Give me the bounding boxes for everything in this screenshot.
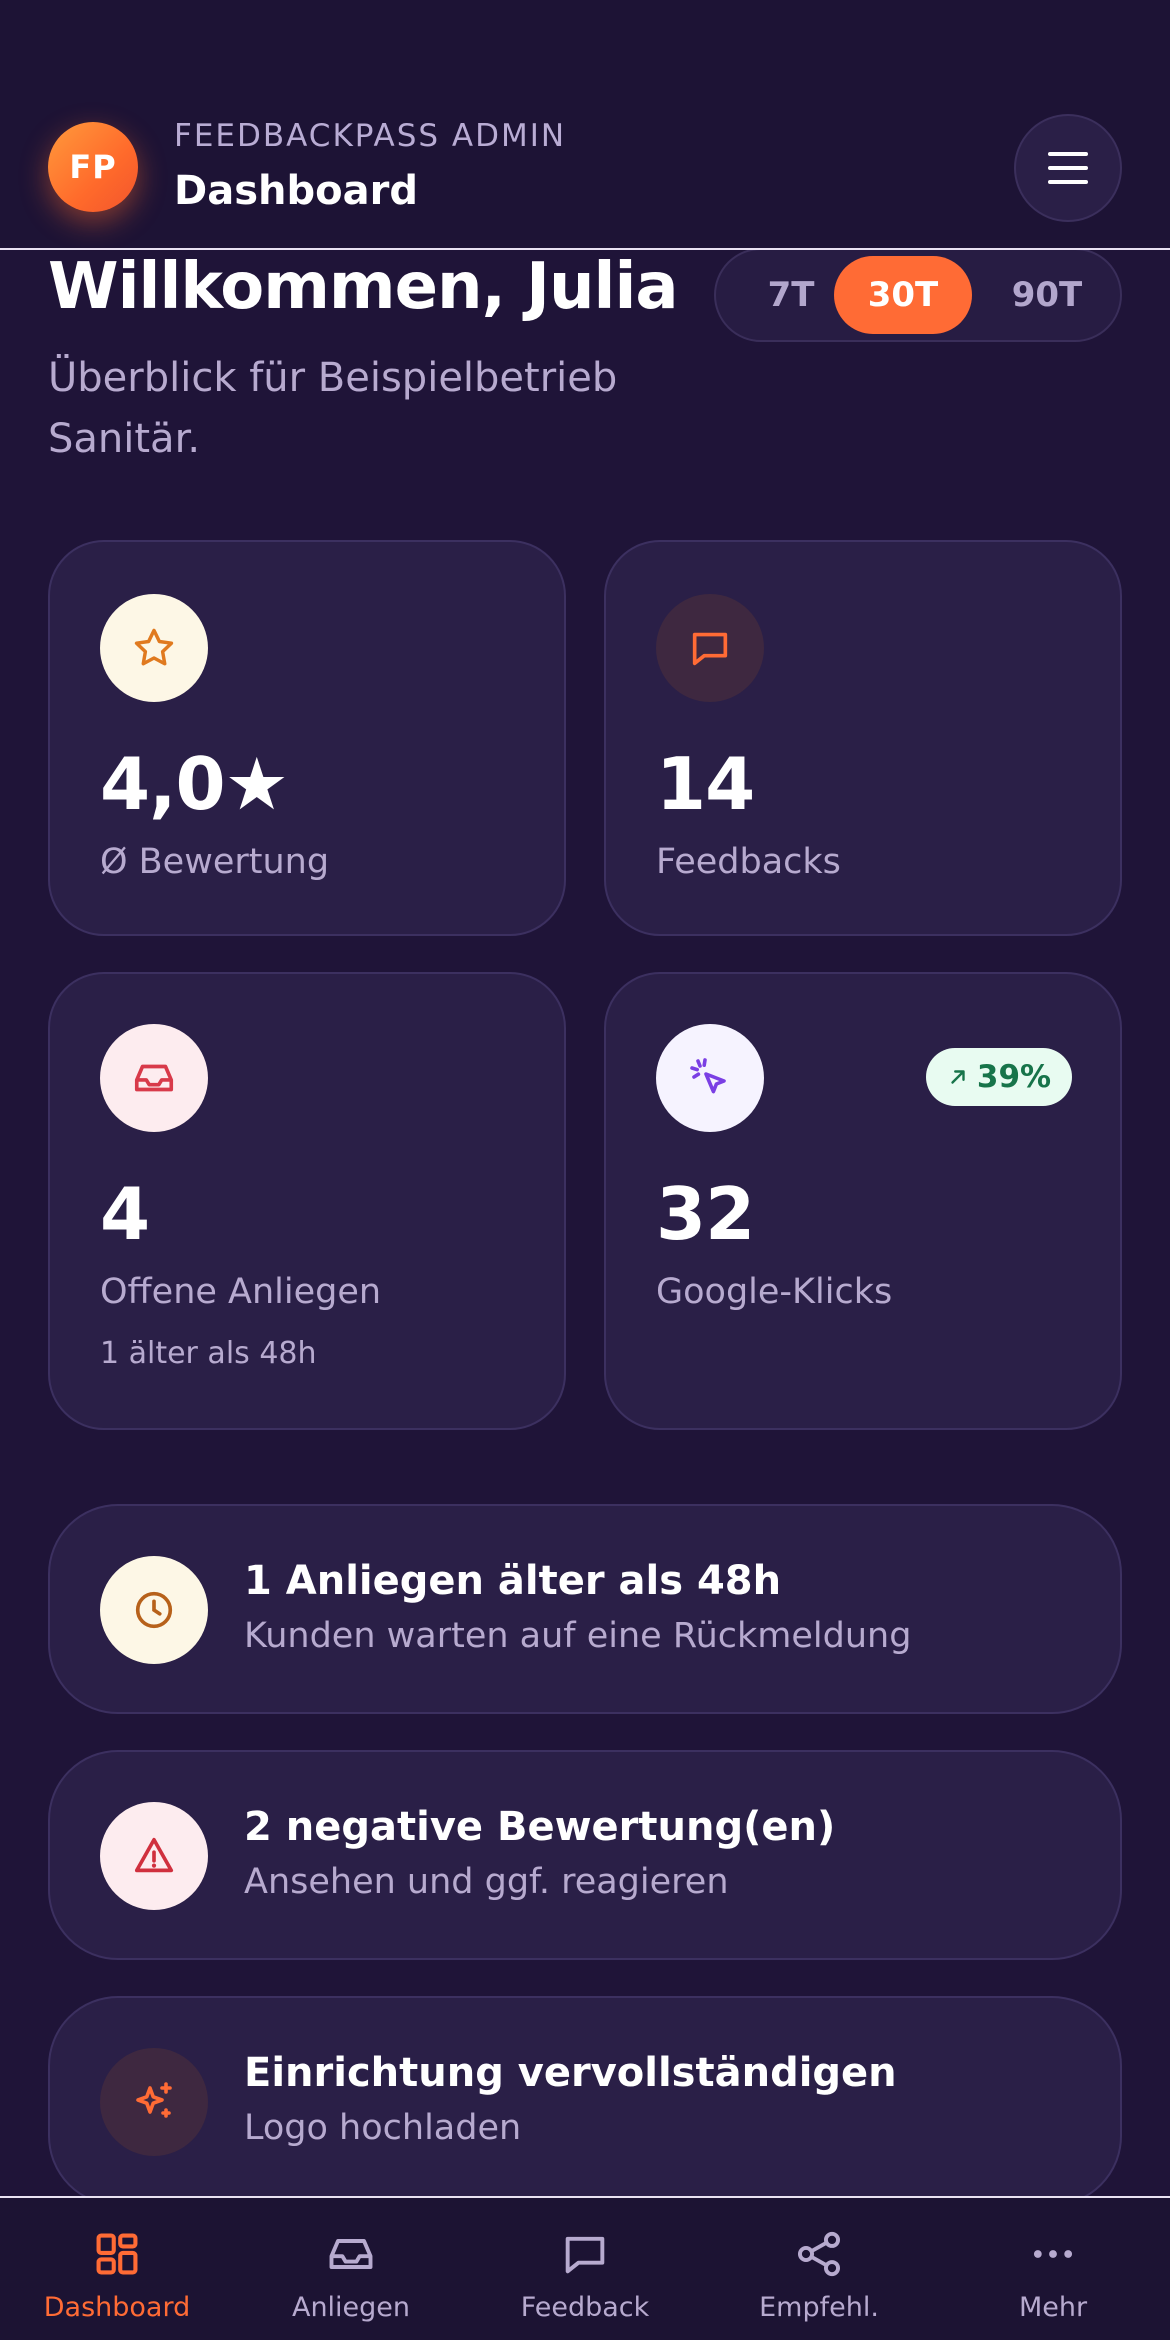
star-icon [100,594,208,702]
nav-label: Empfehl. [759,2292,879,2323]
alert-overdue-requests[interactable]: 1 Anliegen älter als 48h Kunden warten a… [48,1504,1122,1714]
warning-icon [100,1802,208,1910]
alert-negative-reviews[interactable]: 2 negative Bewertung(en) Ansehen und ggf… [48,1750,1122,1960]
page-title: Dashboard [174,168,418,214]
more-icon [1025,2226,1081,2282]
stat-card-rating[interactable]: 4,0★ Ø Bewertung [48,540,566,936]
range-option-30t[interactable]: 30T [834,256,972,334]
stat-value: 32 [656,1172,755,1256]
stat-card-google-clicks[interactable]: 39% 32 Google-Klicks [604,972,1122,1430]
inbox-icon [323,2226,379,2282]
alert-complete-setup[interactable]: Einrichtung vervollständigen Logo hochla… [48,1996,1122,2206]
stat-value: 4 [100,1172,150,1256]
stat-card-feedbacks[interactable]: 14 Feedbacks [604,540,1122,936]
menu-icon [1048,152,1088,184]
stat-label: Feedbacks [656,842,841,882]
bottom-navigation: Dashboard Anliegen Feedback Empfehl. Meh… [0,2196,1170,2340]
app-logo: FP [48,122,138,212]
nav-label: Mehr [1018,2292,1088,2323]
cursor-click-icon [656,1024,764,1132]
range-option-90t[interactable]: 90T [978,256,1116,334]
stat-label: Ø Bewertung [100,842,330,882]
alert-title: Einrichtung vervollständigen [244,2050,897,2096]
nav-item-anliegen[interactable]: Anliegen [234,2198,468,2340]
stat-note: 1 älter als 48h [100,1336,317,1371]
nav-label: Anliegen [291,2292,411,2323]
nav-item-mehr[interactable]: Mehr [936,2198,1170,2340]
welcome-subtitle: Überblick für Beispielbetrieb Sanitär. [48,355,618,462]
alert-subtitle: Ansehen und ggf. reagieren [244,1862,729,1902]
alert-subtitle: Logo hochladen [244,2108,522,2148]
nav-item-feedback[interactable]: Feedback [468,2198,702,2340]
nav-item-empfehlungen[interactable]: Empfehl. [702,2198,936,2340]
nav-label: Feedback [520,2292,650,2323]
alert-title: 1 Anliegen älter als 48h [244,1558,782,1604]
alert-subtitle: Kunden warten auf eine Rückmeldung [244,1616,912,1656]
stat-value: 4,0★ [100,742,289,826]
alert-title: 2 negative Bewertung(en) [244,1804,836,1850]
stat-card-open-requests[interactable]: 4 Offene Anliegen 1 älter als 48h [48,972,566,1430]
trend-value: 39% [976,1059,1052,1095]
app-subtitle: FEEDBACKPASS ADMIN [174,118,567,154]
menu-button[interactable] [1014,114,1122,222]
nav-item-dashboard[interactable]: Dashboard [0,2198,234,2340]
time-range-selector: 7T 30T 90T [714,248,1122,342]
stat-value: 14 [656,742,755,826]
dashboard-icon [89,2226,145,2282]
clock-icon [100,1556,208,1664]
inbox-icon [100,1024,208,1132]
message-icon [656,594,764,702]
message-icon [557,2226,613,2282]
share-icon [791,2226,847,2282]
app-header: FP FEEDBACKPASS ADMIN Dashboard [0,0,1170,250]
welcome-heading: Willkommen, Julia [48,250,679,324]
sparkles-icon [100,2048,208,2156]
nav-label: Dashboard [43,2292,191,2323]
stat-label: Google-Klicks [656,1272,893,1312]
arrow-up-right-icon [951,1070,965,1084]
trend-badge: 39% [926,1048,1072,1106]
stat-label: Offene Anliegen [100,1272,382,1312]
